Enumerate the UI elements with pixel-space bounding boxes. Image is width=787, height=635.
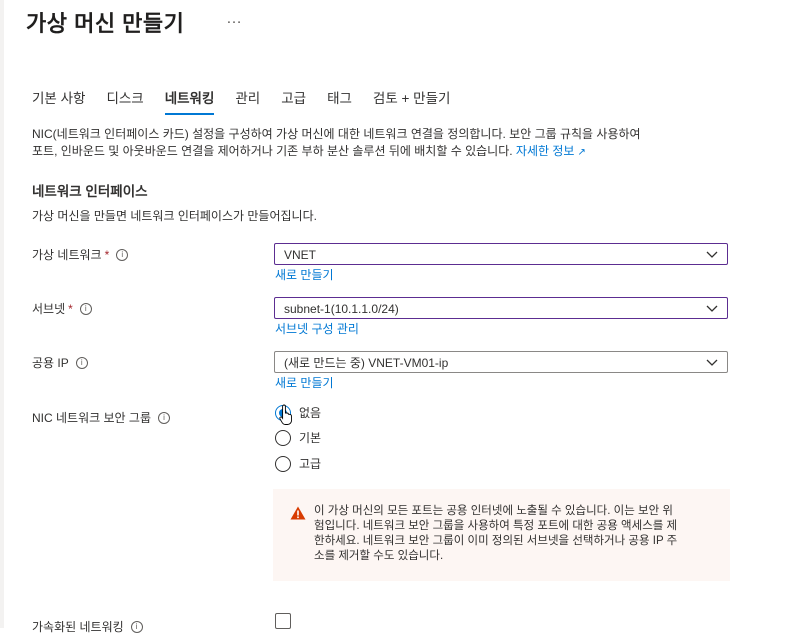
tab-advanced[interactable]: 고급 (281, 87, 306, 115)
public-ip-label-text: 공용 IP (32, 356, 69, 370)
accelerated-networking-label: 가속화된 네트워킹 i (32, 618, 143, 635)
warning-line-3: 한하세요. 네트워크 보안 그룹이 이미 정의된 서브넷을 선택하거나 공용 I… (314, 535, 678, 547)
subnet-value: subnet-1(10.1.1.0/24) (284, 302, 399, 316)
tab-review-create[interactable]: 검토 + 만들기 (373, 87, 451, 115)
warning-icon (290, 506, 306, 520)
tab-networking[interactable]: 네트워킹 (164, 87, 215, 115)
accelerated-networking-checkbox[interactable] (275, 613, 291, 629)
more-options-button[interactable]: … (226, 10, 242, 28)
required-marker: * (104, 247, 110, 262)
network-interface-description: 가상 머신을 만들면 네트워크 인터페이스가 만들어집니다. (32, 209, 317, 223)
warning-text: 이 가상 머신의 모든 포트는 공용 인터넷에 노출될 수 있습니다. 이는 보… (314, 504, 714, 564)
info-icon[interactable]: i (79, 302, 92, 315)
warning-message: 이 가상 머신의 모든 포트는 공용 인터넷에 노출될 수 있습니다. 이는 보… (273, 489, 730, 581)
vnet-label-text: 가상 네트워크 (32, 248, 102, 262)
info-icon[interactable]: i (130, 620, 143, 633)
manage-subnet-config-link[interactable]: 서브넷 구성 관리 (275, 320, 359, 337)
warning-line-1: 이 가상 머신의 모든 포트는 공용 인터넷에 노출될 수 있습니다. 이는 보… (314, 505, 673, 517)
network-interface-heading: 네트워크 인터페이스 (32, 184, 148, 199)
warning-line-2: 험입니다. 네트워크 보안 그룹을 사용하여 특정 포트에 대한 공용 액세스를… (314, 520, 678, 532)
nsg-option-advanced-label: 고급 (299, 457, 322, 471)
vnet-create-new-link[interactable]: 새로 만들기 (275, 266, 334, 283)
vnet-value: VNET (284, 248, 317, 262)
tab-management[interactable]: 관리 (235, 87, 260, 115)
info-icon[interactable]: i (75, 356, 88, 369)
tab-basics[interactable]: 기본 사항 (32, 87, 85, 115)
subnet-label-text: 서브넷 (32, 302, 66, 316)
info-icon[interactable]: i (158, 411, 170, 424)
required-marker: * (68, 301, 73, 316)
intro-description: NIC(네트워크 인터페이스 카드) 설정을 구성하여 가상 머신에 대한 네트… (32, 126, 752, 161)
vnet-select[interactable]: VNET (274, 243, 728, 265)
page-title: 가상 머신 만들기 (26, 11, 185, 36)
public-ip-select[interactable]: (새로 만드는 중) VNET-VM01-ip (274, 351, 728, 373)
nsg-option-advanced[interactable]: 고급 (275, 455, 321, 472)
public-ip-label: 공용 IP i (32, 354, 88, 371)
info-icon[interactable]: i (116, 248, 129, 261)
tab-tags[interactable]: 태그 (327, 87, 352, 115)
public-ip-create-new-link[interactable]: 새로 만들기 (275, 374, 334, 391)
radio-button[interactable] (275, 429, 291, 446)
vnet-label: 가상 네트워크 * i (32, 246, 129, 263)
nsg-option-basic[interactable]: 기본 (275, 429, 321, 446)
chevron-down-icon (706, 305, 718, 312)
warning-line-4: 소를 제거할 수도 있습니다. (314, 550, 444, 562)
radio-button[interactable] (275, 455, 291, 472)
accelerated-networking-label-text: 가속화된 네트워킹 (32, 620, 124, 634)
subnet-label: 서브넷 * i (32, 300, 92, 317)
nsg-option-basic-label: 기본 (299, 431, 322, 445)
hand-cursor-icon (279, 404, 293, 425)
left-edge (0, 0, 4, 628)
tab-disks[interactable]: 디스크 (106, 87, 143, 115)
intro-line-2: 포트, 인바운드 및 아웃바운드 연결을 제어하거나 기존 부하 분산 솔루션 … (32, 143, 752, 161)
chevron-down-icon (706, 359, 718, 366)
subnet-select[interactable]: subnet-1(10.1.1.0/24) (274, 297, 728, 319)
nsg-label-text: NIC 네트워크 보안 그룹 (32, 411, 151, 425)
intro-line-1: NIC(네트워크 인터페이스 카드) 설정을 구성하여 가상 머신에 대한 네트… (32, 127, 641, 141)
nsg-label: NIC 네트워크 보안 그룹 i (32, 409, 170, 426)
chevron-down-icon (706, 251, 718, 258)
nsg-option-none-label: 없음 (299, 406, 322, 420)
external-link-icon: ↗ (577, 147, 586, 158)
public-ip-value: (새로 만드는 중) VNET-VM01-ip (284, 356, 449, 370)
learn-more-link[interactable]: 자세한 정보 (516, 144, 575, 158)
intro-line-2-text: 포트, 인바운드 및 아웃바운드 연결을 제어하거나 기존 부하 분산 솔루션 … (32, 144, 513, 158)
tab-bar: 기본 사항 디스크 네트워킹 관리 고급 태그 검토 + 만들기 (32, 87, 471, 115)
